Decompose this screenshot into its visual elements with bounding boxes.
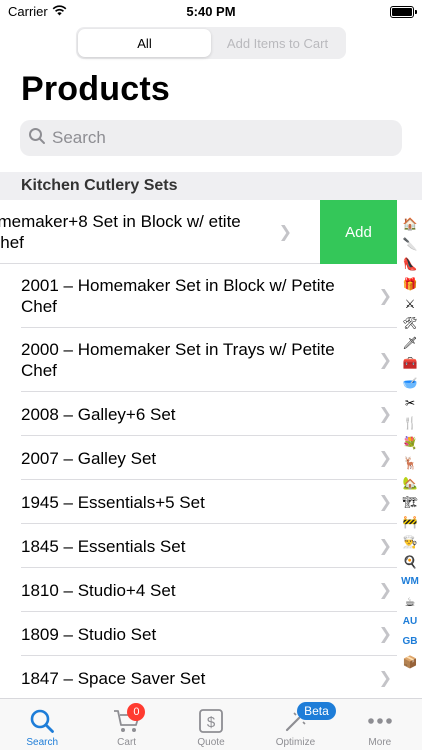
tab-quote[interactable]: $ Quote <box>169 699 253 750</box>
beta-badge: Beta <box>297 702 336 720</box>
tab-optimize-label: Optimize <box>275 737 316 748</box>
product-title: 2001 – Homemaker Set in Block w/ Petite … <box>21 276 335 316</box>
product-row[interactable]: 1845 – Essentials Set ❯ <box>0 524 397 568</box>
chevron-right-icon: ❯ <box>378 494 392 511</box>
chevron-right-icon: ❯ <box>378 670 392 687</box>
product-title: 2007 – Galley Set <box>21 448 157 468</box>
product-title: 1845 – Essentials Set <box>21 536 186 556</box>
index-home-icon[interactable]: 🏠 <box>398 214 422 234</box>
tab-bar: Search 0 Cart $ Quote Beta Optimize More <box>0 698 422 750</box>
index-crane-icon[interactable]: 🏗 <box>398 492 422 512</box>
index-deer-icon[interactable]: 🦌 <box>398 453 422 473</box>
index-coffee-icon[interactable]: ☕ <box>398 592 422 612</box>
chevron-right-icon: ❯ <box>378 450 392 467</box>
chevron-right-icon: ❯ <box>378 352 392 369</box>
product-title: 1809 – Studio Set <box>21 624 157 644</box>
search-bar[interactable]: Search <box>20 120 402 156</box>
search-input[interactable]: Search <box>52 128 106 148</box>
section-index[interactable]: 🏠 🔪 👠 🎁 ⚔ 🛠 🗡 🧰 🥣 ✂ 🍴 💐 🦌 🏡 🏗 🚧 👨‍🍳 🍳 WM… <box>398 214 422 671</box>
product-list: omemaker+8 Set in Block w/ etite Chef ❯ … <box>0 200 422 698</box>
index-gift-icon[interactable]: 🎁 <box>398 274 422 294</box>
product-row[interactable]: 1809 – Studio Set ❯ <box>0 612 397 656</box>
status-bar: Carrier 5:40 PM <box>0 0 422 24</box>
product-row[interactable]: 2007 – Galley Set ❯ <box>0 436 397 480</box>
index-bouquet-icon[interactable]: 💐 <box>398 433 422 453</box>
product-row[interactable]: 1847 – Space Saver Set ❯ <box>0 656 397 698</box>
product-row[interactable]: 1945 – Essentials+5 Set ❯ <box>0 480 397 524</box>
svg-text:$: $ <box>207 714 216 731</box>
chevron-right-icon: ❯ <box>378 582 392 599</box>
index-bowl-icon[interactable]: 🥣 <box>398 373 422 393</box>
tab-more-label: More <box>368 737 392 748</box>
chevron-right-icon: ❯ <box>278 224 292 241</box>
index-tools-icon[interactable]: 🛠 <box>398 313 422 333</box>
tab-cart[interactable]: 0 Cart <box>84 699 168 750</box>
product-row[interactable]: 2001 – Homemaker Set in Block w/ Petite … <box>0 264 397 328</box>
index-chef-icon[interactable]: 👨‍🍳 <box>398 532 422 552</box>
index-wm[interactable]: WM <box>398 572 422 592</box>
product-title: omemaker+8 Set in Block w/ etite Chef <box>0 212 241 252</box>
search-icon <box>29 707 55 735</box>
index-knife-icon[interactable]: 🔪 <box>398 234 422 254</box>
status-time: 5:40 PM <box>186 4 236 19</box>
index-crossed-swords-icon[interactable]: ⚔ <box>398 294 422 314</box>
product-title: 1810 – Studio+4 Set <box>21 580 176 600</box>
battery-icon <box>390 6 417 18</box>
cart-count-badge: 0 <box>127 703 146 721</box>
tab-search-label: Search <box>26 737 59 748</box>
tab-more[interactable]: More <box>338 699 422 750</box>
index-scissors-icon[interactable]: ✂ <box>398 393 422 413</box>
chevron-right-icon: ❯ <box>378 288 392 305</box>
tab-quote-label: Quote <box>197 737 225 748</box>
more-dots-icon <box>366 707 394 735</box>
product-title: 2008 – Galley+6 Set <box>21 404 176 424</box>
search-icon <box>28 127 46 150</box>
index-shoe-icon[interactable]: 👠 <box>398 254 422 274</box>
chevron-right-icon: ❯ <box>378 626 392 643</box>
page-title: Products <box>21 70 170 108</box>
product-title: 2000 – Homemaker Set in Trays w/ Petite … <box>21 340 335 380</box>
segment-add-items-to-cart[interactable]: Add Items to Cart <box>211 29 344 57</box>
product-row[interactable]: 2000 – Homemaker Set in Trays w/ Petite … <box>0 328 397 392</box>
tab-optimize[interactable]: Beta Optimize <box>253 699 337 750</box>
filter-segmented-control: All Add Items to Cart <box>76 27 346 59</box>
index-pan-icon[interactable]: 🍳 <box>398 552 422 572</box>
tab-cart-label: Cart <box>117 737 137 748</box>
index-house-garden-icon[interactable]: 🏡 <box>398 473 422 493</box>
chevron-right-icon: ❯ <box>378 406 392 423</box>
index-au[interactable]: AU <box>398 612 422 632</box>
index-toolbox-icon[interactable]: 🧰 <box>398 353 422 373</box>
index-box-icon[interactable]: 📦 <box>398 652 422 672</box>
index-barrier-icon[interactable]: 🚧 <box>398 512 422 532</box>
index-dagger-icon[interactable]: 🗡 <box>398 333 422 353</box>
chevron-right-icon: ❯ <box>378 538 392 555</box>
tab-search[interactable]: Search <box>0 699 84 750</box>
dollar-document-icon: $ <box>198 707 224 735</box>
product-title: 1945 – Essentials+5 Set <box>21 492 205 512</box>
product-row[interactable]: 1810 – Studio+4 Set ❯ <box>0 568 397 612</box>
product-row-swiped[interactable]: omemaker+8 Set in Block w/ etite Chef ❯ <box>0 200 320 264</box>
product-row[interactable]: 2008 – Galley+6 Set ❯ <box>0 392 397 436</box>
index-fork-knife-icon[interactable]: 🍴 <box>398 413 422 433</box>
segment-all[interactable]: All <box>78 29 211 57</box>
index-gb[interactable]: GB <box>398 632 422 652</box>
product-title: 1847 – Space Saver Set <box>21 668 206 688</box>
section-header: Kitchen Cutlery Sets <box>0 172 422 200</box>
add-to-cart-swipe-button[interactable]: Add <box>320 200 397 264</box>
